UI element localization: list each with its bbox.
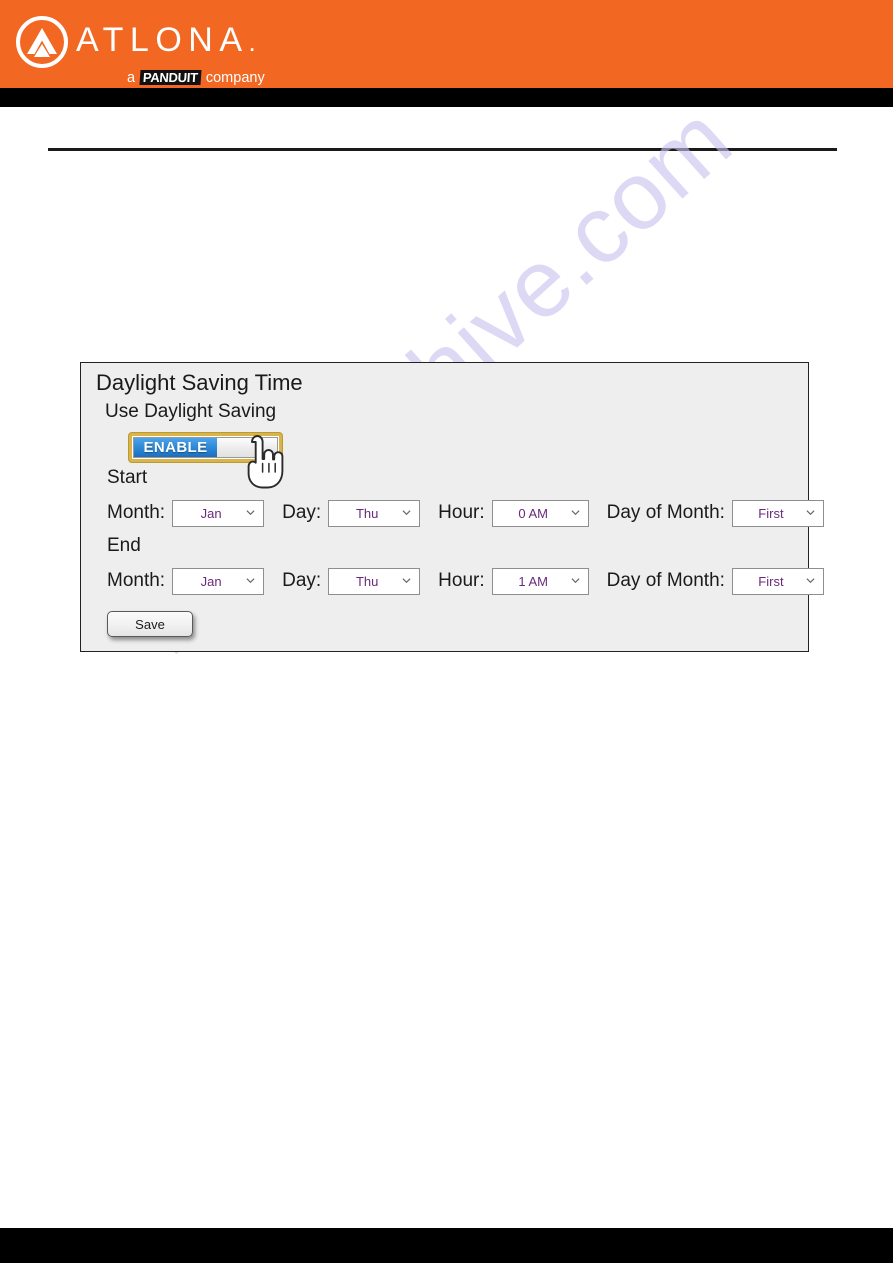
header-accent-band (0, 88, 893, 107)
page-header: ATLONA. a PANDUIT company (0, 0, 893, 88)
section-divider-rule (48, 148, 837, 151)
start-month-value: Jan (200, 505, 222, 521)
end-hour-value: 1 AM (518, 573, 548, 589)
daylight-saving-time-panel: Daylight Saving Time Use Daylight Saving… (80, 362, 824, 652)
brand-name-text: ATLONA (76, 21, 249, 59)
start-day-of-month-value: First (758, 505, 784, 521)
tagline-prefix: a (127, 70, 136, 86)
end-day-label: Day: (282, 570, 322, 591)
start-day-select[interactable]: Thu (328, 499, 421, 527)
brand-wordmark: ATLONA. (76, 23, 256, 57)
end-day-select[interactable]: Thu (328, 567, 421, 595)
end-day-of-month-label: Day of Month: (606, 570, 725, 591)
end-day-group: Day: Thu (282, 567, 421, 595)
end-hour-group: Hour: 1 AM (438, 567, 589, 595)
brand-logo: ATLONA. a PANDUIT company (16, 14, 286, 85)
toggle-on-label: ENABLE (143, 439, 208, 456)
start-hour-group: Hour: 0 AM (438, 499, 589, 527)
use-daylight-saving-toggle[interactable]: ENABLE (129, 433, 282, 462)
chevron-down-icon (571, 508, 580, 517)
end-day-of-month-value: First (758, 573, 784, 589)
start-day-value: Thu (355, 505, 379, 521)
start-day-of-month-select[interactable]: First (731, 499, 824, 527)
panel-title: Daylight Saving Time (96, 370, 303, 395)
chevron-down-icon (806, 508, 815, 517)
chevron-down-icon (402, 508, 411, 517)
end-month-select[interactable]: Jan (172, 567, 265, 595)
tagline-suffix: company (205, 70, 265, 86)
chevron-down-icon (402, 576, 411, 585)
end-section-label: End (107, 535, 141, 556)
atlona-logo-icon (16, 16, 68, 68)
panduit-wordmark: PANDUIT (139, 70, 202, 85)
toggle-track: ENABLE (133, 437, 278, 458)
use-daylight-saving-label: Use Daylight Saving (105, 401, 277, 422)
end-month-label: Month: (107, 570, 166, 591)
end-day-of-month-select[interactable]: First (731, 567, 824, 595)
chevron-down-icon (246, 508, 255, 517)
save-button-label: Save (135, 616, 165, 632)
start-hour-label: Hour: (438, 502, 485, 523)
start-day-group: Day: Thu (282, 499, 421, 527)
start-month-label: Month: (107, 502, 166, 523)
chevron-down-icon (246, 576, 255, 585)
end-hour-select[interactable]: 1 AM (491, 567, 589, 595)
end-day-of-month-group: Day of Month: First (606, 567, 824, 595)
chevron-down-icon (806, 576, 815, 585)
start-day-of-month-label: Day of Month: (606, 502, 725, 523)
end-fields-row: Month: Jan Day: Thu Hour: 1 AM Day of Mo… (107, 567, 824, 595)
start-day-of-month-group: Day of Month: First (606, 499, 824, 527)
page-footer (0, 1228, 893, 1263)
brand-trademark: . (248, 27, 256, 57)
start-section-label: Start (107, 467, 148, 488)
toggle-on-segment: ENABLE (134, 438, 217, 457)
start-month-select[interactable]: Jan (172, 499, 265, 527)
start-hour-select[interactable]: 0 AM (491, 499, 589, 527)
start-day-label: Day: (282, 502, 322, 523)
chevron-down-icon (571, 576, 580, 585)
start-hour-value: 0 AM (518, 505, 548, 521)
brand-tagline: a PANDUIT company (127, 70, 265, 86)
start-fields-row: Month: Jan Day: Thu Hour: 0 AM Day of Mo… (107, 499, 824, 527)
end-month-group: Month: Jan (107, 567, 265, 595)
save-button[interactable]: Save (107, 611, 193, 637)
end-day-value: Thu (355, 573, 379, 589)
end-hour-label: Hour: (438, 570, 485, 591)
end-month-value: Jan (200, 573, 222, 589)
start-month-group: Month: Jan (107, 499, 265, 527)
